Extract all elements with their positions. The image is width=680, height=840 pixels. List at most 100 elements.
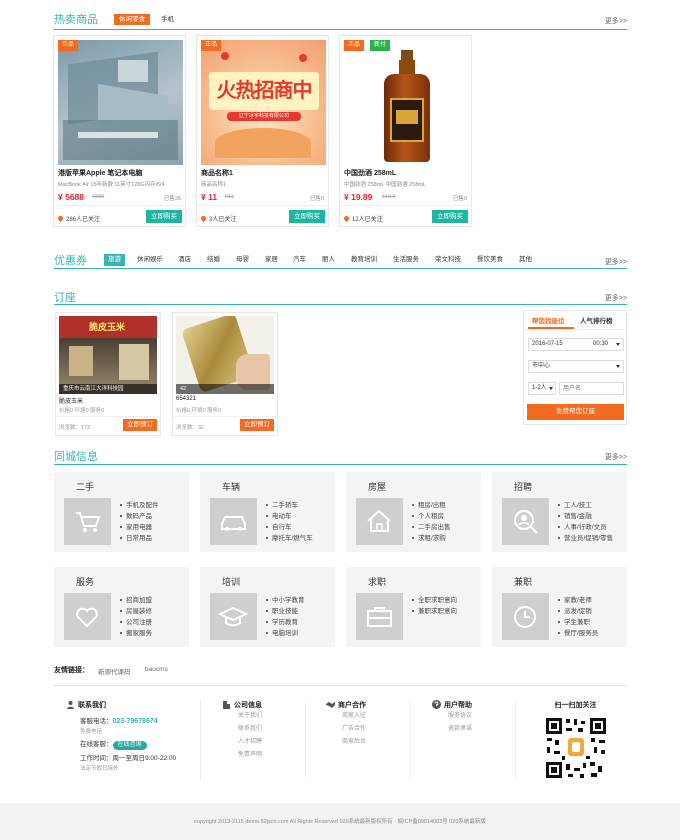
qr-code-icon[interactable] — [544, 716, 608, 780]
coupon-tab[interactable]: 母婴 — [232, 254, 253, 266]
product-name[interactable]: 港版苹果Apple 笔记本电脑 — [58, 168, 142, 178]
tab-find-seat[interactable]: 帮您找座位 — [532, 315, 565, 325]
category-link[interactable]: 房屋装修 — [120, 606, 152, 617]
category-title[interactable]: 二手 — [76, 480, 94, 493]
category-link[interactable]: 职业技能 — [266, 606, 305, 617]
coupon-tab[interactable]: 教育培训 — [347, 254, 381, 266]
footer-link[interactable]: 商家后台 — [326, 736, 366, 749]
house-icon[interactable] — [356, 498, 403, 545]
footer-link[interactable]: 广告合作 — [326, 723, 366, 736]
booking-image[interactable]: 脆皮玉米 重庆市云南江大洋科技园 — [59, 316, 157, 394]
category-title[interactable]: 车辆 — [222, 480, 240, 493]
category-link[interactable]: 日常用品 — [120, 533, 159, 544]
category-link[interactable]: 个人租房 — [412, 511, 451, 522]
friend-link[interactable]: baocms — [145, 666, 168, 673]
category-title[interactable]: 培训 — [222, 575, 240, 588]
category-link[interactable]: 租房/出租 — [412, 500, 451, 511]
category-box-service[interactable]: 服务 招商加盟 房屋装修 公司注册 搬家服务 — [54, 567, 189, 647]
category-link[interactable]: 餐厅/服务员 — [558, 628, 598, 639]
category-link[interactable]: 销售/金融 — [558, 511, 624, 522]
product-name[interactable]: 中国劲酒 258mL — [344, 168, 396, 178]
person-search-icon[interactable] — [502, 498, 549, 545]
category-link[interactable]: 公司注册 — [120, 617, 152, 628]
category-link[interactable]: 二手房出售 — [412, 522, 451, 533]
category-link[interactable]: 人事/行政/文员 — [558, 522, 624, 533]
coupon-tab[interactable]: 荣文科技 — [431, 254, 465, 266]
category-link[interactable]: 摩托车/燃气车 — [266, 533, 313, 544]
buy-now-button[interactable]: 立即购买 — [432, 210, 468, 223]
buy-now-button[interactable]: 立即购买 — [146, 210, 182, 223]
product-card[interactable]: 火热招商中 辽宁冰宇科技有限公司 正品 商品名称1 商品名称1 ¥ 11 611… — [196, 35, 329, 227]
online-consult-button[interactable]: 在线咨询 — [112, 741, 147, 750]
booking-image[interactable]: 42 — [176, 316, 274, 394]
category-link[interactable]: 招商加盟 — [120, 595, 152, 606]
category-link[interactable]: 搬家服务 — [120, 628, 152, 639]
product-card[interactable]: 正品 港版苹果Apple 笔记本电脑 MacBook Air 15年新款 11英… — [53, 35, 186, 227]
coupon-more-link[interactable]: 更多>> — [605, 257, 627, 267]
category-title[interactable]: 兼职 — [514, 575, 532, 588]
book-now-button[interactable]: 立即预订 — [123, 419, 157, 431]
footer-link[interactable]: 退款承诺 — [432, 723, 472, 736]
category-link[interactable]: 学生兼职 — [558, 617, 598, 628]
friend-link[interactable]: 新源代课码 — [98, 666, 131, 676]
booking-more-link[interactable]: 更多>> — [605, 293, 627, 303]
booking-card[interactable]: 脆皮玉米 重庆市云南江大洋科技园 脆皮玉米 价格0 环境0 服务0 浏览数：17… — [55, 312, 161, 436]
coupon-tab[interactable]: 旅游 — [104, 254, 125, 266]
category-box-training[interactable]: 培训 中小学教育 职业技能 学历教育 电脑培训 — [200, 567, 335, 647]
category-link[interactable]: 自行车 — [266, 522, 313, 533]
category-link[interactable]: 学历教育 — [266, 617, 305, 628]
coupon-tab[interactable]: 休闲娱乐 — [133, 254, 167, 266]
coupon-tab[interactable]: 汽车 — [289, 254, 310, 266]
car-icon[interactable] — [210, 498, 257, 545]
category-link[interactable]: 兼职求职意向 — [412, 606, 457, 617]
coupon-tab[interactable]: 家居 — [261, 254, 282, 266]
category-link[interactable]: 中小学教育 — [266, 595, 305, 606]
category-link[interactable]: 电脑培训 — [266, 628, 305, 639]
hot-tab-snacks[interactable]: 休闲零食 — [114, 14, 150, 25]
briefcase-icon[interactable] — [356, 593, 403, 640]
category-link[interactable]: 营业员/促销/零售 — [558, 533, 618, 544]
category-box-parttime[interactable]: 兼职 家教/老师 派发/促销 学生兼职 餐厅/服务员 — [492, 567, 627, 647]
footer-link[interactable]: 关于我们 — [222, 710, 262, 723]
category-title[interactable]: 服务 — [76, 575, 94, 588]
username-input[interactable] — [559, 382, 624, 395]
category-link[interactable]: 工人/技工 — [558, 500, 624, 511]
category-title[interactable]: 求职 — [368, 575, 386, 588]
category-link[interactable]: 电动车 — [266, 511, 313, 522]
category-link[interactable]: 二手轿车 — [266, 500, 313, 511]
date-select[interactable]: 2016-07-15 00:30 — [528, 338, 624, 351]
footer-link[interactable]: 联系我们 — [222, 723, 262, 736]
coupon-tab[interactable]: 其他 — [515, 254, 536, 266]
category-link[interactable]: 手机及配件 — [120, 500, 159, 511]
product-image[interactable]: 火热招商中 辽宁冰宇科技有限公司 — [201, 40, 326, 165]
category-link[interactable]: 数码产品 — [120, 511, 159, 522]
category-link[interactable]: 家用电器 — [120, 522, 159, 533]
tab-popular-rank[interactable]: 人气排行榜 — [580, 315, 613, 325]
free-booking-button[interactable]: 免费帮您订座 — [527, 404, 624, 420]
graduation-cap-icon[interactable] — [210, 593, 257, 640]
coupon-tab[interactable]: 酒店 — [174, 254, 195, 266]
category-box-vehicle[interactable]: 车辆 二手轿车 电动车 自行车 摩托车/燃气车 — [200, 472, 335, 552]
footer-link[interactable]: 商家入驻 — [326, 710, 366, 723]
coupon-tab[interactable]: 结婚 — [203, 254, 224, 266]
category-box-secondhand[interactable]: 二手 手机及配件 数码产品 家用电器 日常用品 — [54, 472, 189, 552]
category-title[interactable]: 房屋 — [368, 480, 386, 493]
coupon-tab[interactable]: 生活服务 — [389, 254, 423, 266]
coupon-tab[interactable]: 丽人 — [318, 254, 339, 266]
hot-tab-phone[interactable]: 手机 — [156, 14, 179, 25]
category-title[interactable]: 招聘 — [514, 480, 532, 493]
booking-card[interactable]: 42 654321 价格0 环境0 服务0 浏览数：32 立即预订 — [172, 312, 278, 436]
product-image[interactable] — [58, 40, 183, 165]
booking-name[interactable]: 脆皮玉米 — [59, 396, 83, 405]
category-link[interactable]: 派发/促销 — [558, 606, 598, 617]
hot-more-link[interactable]: 更多>> — [605, 16, 627, 26]
heart-icon[interactable] — [64, 593, 111, 640]
local-more-link[interactable]: 更多>> — [605, 452, 627, 462]
buy-now-button[interactable]: 立即购买 — [289, 210, 325, 223]
category-box-jobseek[interactable]: 求职 全职求职意向 兼职求职意向 — [346, 567, 481, 647]
coupon-tab[interactable]: 餐饮美食 — [473, 254, 507, 266]
footer-link[interactable]: 人才招聘 — [222, 736, 262, 749]
people-select[interactable]: 1-2人 — [528, 382, 556, 395]
category-box-recruit[interactable]: 招聘 工人/技工 销售/金融 人事/行政/文员 营业员/促销/零售 — [492, 472, 627, 552]
category-link[interactable]: 求租/求购 — [412, 533, 451, 544]
